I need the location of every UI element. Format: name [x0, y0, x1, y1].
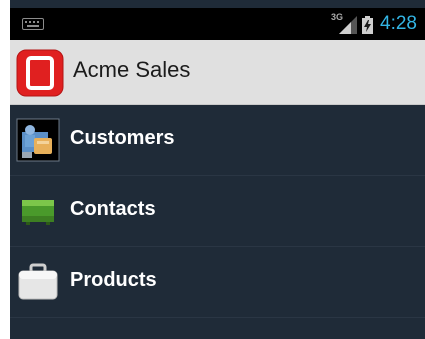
signal-strength-icon	[339, 16, 357, 34]
status-bar: 3G 4:28	[10, 8, 425, 40]
app-title: Acme Sales	[73, 57, 191, 82]
menu-item-label: Products	[70, 269, 157, 291]
app-screen: 3G 4:28 Acme Sales Customers Contacts Pr…	[10, 0, 425, 339]
menu-item-customers[interactable]: Customers	[10, 105, 425, 176]
products-icon	[18, 263, 58, 300]
battery-charging-icon	[362, 16, 373, 34]
contacts-icon	[22, 200, 54, 225]
customers-icon	[16, 118, 60, 162]
menu-item-products[interactable]: Products	[10, 247, 425, 318]
menu-item-label: Contacts	[70, 198, 156, 220]
keyboard-icon	[22, 18, 44, 30]
clock: 4:28	[380, 13, 417, 34]
acme-app-icon[interactable]	[16, 49, 64, 97]
action-bar: Acme Sales	[10, 40, 425, 105]
menu-item-contacts[interactable]: Contacts	[10, 176, 425, 247]
main-menu-list: Customers Contacts Products	[10, 105, 425, 318]
menu-item-label: Customers	[70, 127, 175, 149]
